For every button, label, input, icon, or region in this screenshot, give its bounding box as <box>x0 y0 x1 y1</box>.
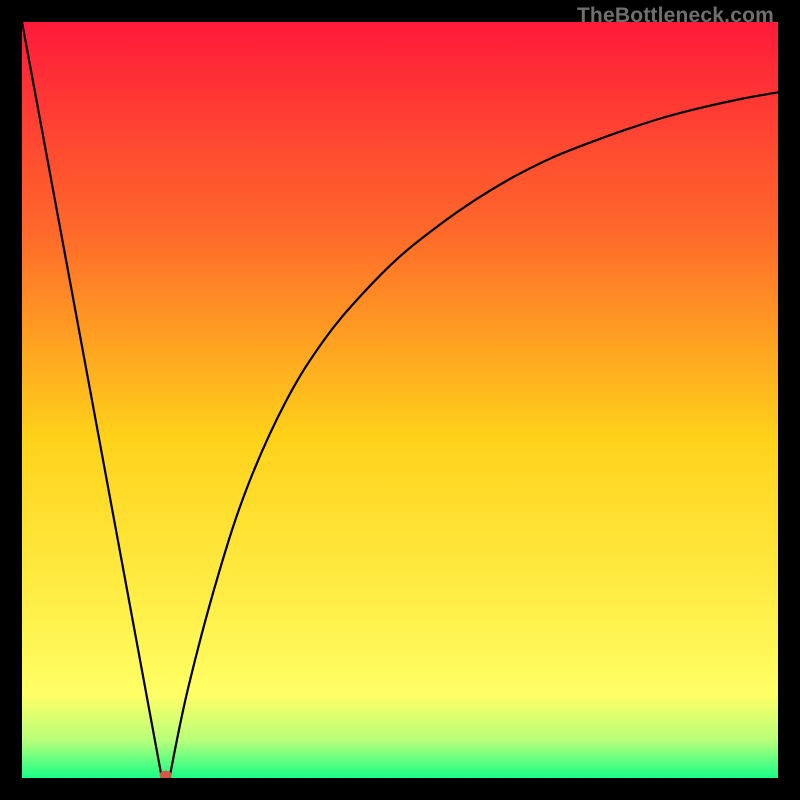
gradient-bg <box>22 22 778 778</box>
chart-frame <box>22 22 778 778</box>
chart-svg <box>22 22 778 778</box>
watermark-text: TheBottleneck.com <box>577 4 774 28</box>
